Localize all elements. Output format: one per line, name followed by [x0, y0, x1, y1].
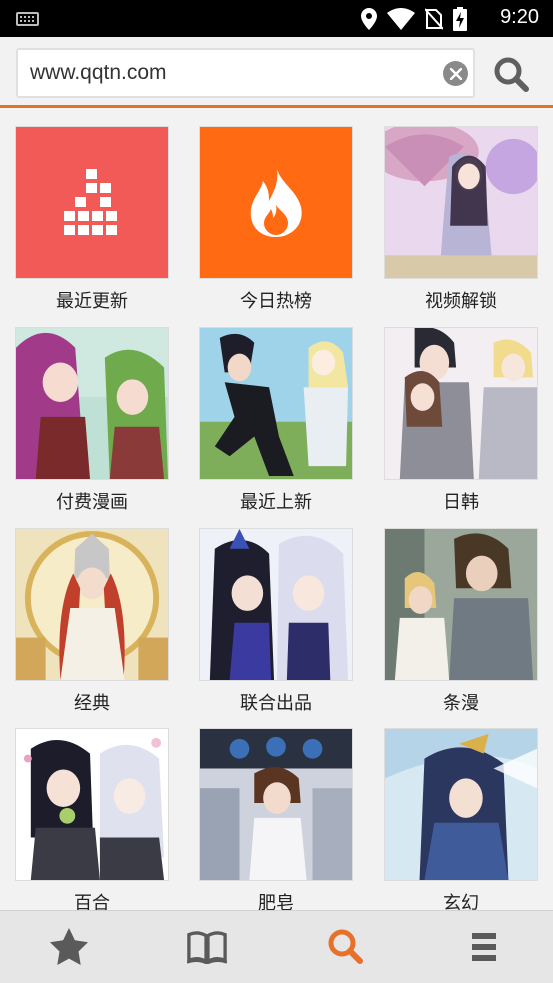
- category-label: 经典: [74, 693, 110, 714]
- cover-art: [199, 728, 353, 881]
- cover-art: [15, 528, 169, 681]
- location-icon: [361, 8, 377, 30]
- url-box: [16, 48, 475, 98]
- grid-blocks-icon: [64, 168, 117, 235]
- nav-search[interactable]: [326, 927, 366, 967]
- no-sim-icon: [425, 8, 443, 30]
- cover-art: [199, 528, 353, 681]
- category-japan-korea[interactable]: 日韩: [384, 327, 538, 514]
- category-label: 肥皂: [258, 893, 294, 910]
- book-icon: [187, 931, 227, 964]
- search-icon: [494, 57, 529, 92]
- category-label: 今日热榜: [240, 291, 312, 312]
- category-label: 最近更新: [56, 291, 128, 312]
- flame-icon: [250, 168, 302, 237]
- category-label: 视频解锁: [425, 291, 497, 312]
- category-label: 付费漫画: [56, 492, 128, 513]
- cover-art: [15, 728, 169, 881]
- cover-art: [384, 528, 538, 681]
- category-co-production[interactable]: 联合出品: [199, 528, 353, 715]
- category-latest-updates[interactable]: 最近更新: [15, 126, 169, 313]
- bottom-nav: [0, 910, 553, 983]
- status-bar: 9:20: [0, 0, 553, 37]
- search-button[interactable]: [492, 55, 532, 95]
- category-tile: [199, 126, 353, 279]
- url-input[interactable]: [30, 50, 440, 96]
- category-webtoon[interactable]: 条漫: [384, 528, 538, 715]
- category-yuri[interactable]: 百合: [15, 728, 169, 910]
- category-label: 玄幻: [443, 893, 479, 910]
- category-grid: 最近更新 今日热榜 视频解锁 付费漫画 最近上新 日韩 经典 联合出品 条漫 百…: [0, 110, 553, 910]
- cover-art: [384, 728, 538, 881]
- category-fantasy[interactable]: 玄幻: [384, 728, 538, 910]
- category-label: 联合出品: [240, 693, 312, 714]
- nav-menu[interactable]: [464, 927, 504, 967]
- category-bl[interactable]: 肥皂: [199, 728, 353, 910]
- category-classic[interactable]: 经典: [15, 528, 169, 715]
- clear-button[interactable]: [443, 61, 468, 86]
- search-header: [0, 37, 553, 108]
- menu-icon: [472, 933, 496, 961]
- battery-charging-icon: [453, 7, 467, 31]
- cover-art: [199, 327, 353, 480]
- category-label: 百合: [74, 893, 110, 910]
- category-hot-today[interactable]: 今日热榜: [199, 126, 353, 313]
- star-icon: [50, 928, 88, 965]
- nav-favorites[interactable]: [49, 927, 89, 967]
- cover-art: [15, 327, 169, 480]
- cover-art: [384, 126, 538, 279]
- category-video-unlock[interactable]: 视频解锁: [384, 126, 538, 313]
- category-tile: [15, 126, 169, 279]
- nav-bookshelf[interactable]: [187, 927, 227, 967]
- category-new-arrivals[interactable]: 最近上新: [199, 327, 353, 514]
- status-time: 9:20: [500, 6, 539, 28]
- category-label: 条漫: [443, 693, 479, 714]
- category-paid-comics[interactable]: 付费漫画: [15, 327, 169, 514]
- close-icon: [449, 67, 462, 80]
- wifi-icon: [387, 8, 415, 30]
- keyboard-icon: [16, 12, 39, 26]
- search-icon: [328, 929, 363, 964]
- category-label: 最近上新: [240, 492, 312, 513]
- category-label: 日韩: [443, 492, 479, 513]
- cover-art: [384, 327, 538, 480]
